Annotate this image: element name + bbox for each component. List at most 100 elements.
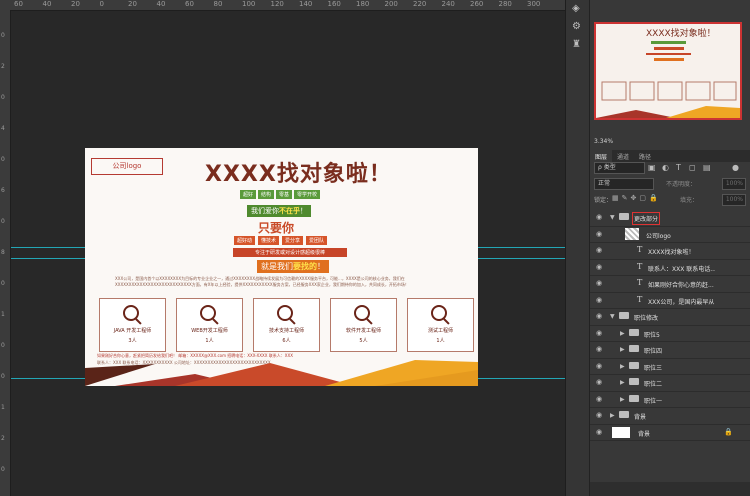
eye-icon[interactable]: ◉	[596, 312, 602, 320]
eye-icon[interactable]: ◉	[596, 296, 602, 304]
layer-filter-row: ρ 类型 ▣ ◐ T ◻ ▤ ●	[594, 162, 744, 174]
eye-icon[interactable]: ◉	[596, 362, 602, 370]
chevron-right-icon[interactable]: ▶	[620, 363, 625, 370]
panel-tab[interactable]: 图层	[590, 150, 613, 162]
folder-icon	[629, 345, 639, 352]
eye-icon[interactable]: ◉	[596, 378, 602, 386]
layer-row[interactable]: ◉ ▶ 职位5	[590, 326, 750, 342]
folder-icon	[629, 394, 639, 402]
layer-name: 职位修改	[634, 315, 659, 322]
ruler-tick-label: 0	[1, 280, 5, 287]
filter-kind-select[interactable]: ρ 类型	[594, 162, 645, 174]
fill-field[interactable]: 100%	[722, 194, 746, 206]
ruler-tick-label: 20	[71, 0, 80, 8]
ruler-tick-label: 180	[356, 0, 370, 8]
chevron-down-icon[interactable]: ▼	[610, 214, 615, 221]
eye-icon[interactable]: ◉	[596, 230, 602, 238]
layer-thumbnail	[612, 426, 630, 438]
layer-name: 如果刚好合你心意的赶...	[648, 282, 714, 289]
layer-row[interactable]: ◉ ▶ 职位三	[590, 359, 750, 375]
ruler-tick-label: 40	[156, 0, 166, 8]
ruler-tick-label: 0	[1, 156, 5, 163]
ruler-tick-label: 0	[1, 32, 5, 39]
layer-name: 更改部分	[631, 212, 661, 225]
layer-row[interactable]: ◉ T 如果刚好合你心意的赶...	[590, 276, 750, 293]
ruler-tick-label: 4	[1, 125, 5, 132]
ruler-tick-label: 1	[1, 311, 5, 318]
folder-icon	[629, 378, 639, 385]
layer-row[interactable]: ◉ ▼ 更改部分	[590, 210, 750, 227]
layer-name: 联系人：XXX 联系电话...	[648, 265, 715, 273]
layer-row[interactable]: ◉ 背景 🔒	[590, 425, 750, 441]
panel-tab[interactable]: 路径	[634, 150, 656, 162]
layer-row[interactable]: ◉ 公司logo	[590, 227, 750, 243]
chevron-right-icon[interactable]: ▶	[620, 379, 625, 386]
navigator-zoom[interactable]: 3.34%	[594, 138, 613, 145]
ruler-tick-label: 40	[42, 0, 52, 8]
layer-name: 背景	[634, 414, 647, 421]
layer-name: 公司logo	[646, 232, 671, 240]
ruler-tick-label: 300	[527, 0, 541, 8]
opacity-label: 不透明度：	[666, 181, 697, 188]
eye-icon[interactable]: ◉	[596, 213, 602, 221]
shape-filter-icon[interactable]: ◻	[689, 163, 696, 172]
chevron-down-icon[interactable]: ▼	[610, 313, 615, 320]
toggle-filter-icon[interactable]: ●	[732, 163, 739, 172]
layer-name: 职位5	[644, 331, 660, 339]
document-canvas[interactable]: 公司logo XXXX找对象啦！ 超好 结构 零基 零学开校 我们爱你不在乎！ 只要你…	[85, 148, 478, 386]
layer-name: 职位三	[644, 364, 663, 372]
smart-filter-icon[interactable]: ▤	[703, 163, 711, 172]
eye-icon[interactable]: ◉	[596, 428, 602, 436]
navigator-thumbnail[interactable]: XXXX找对象啦！	[594, 22, 742, 120]
eye-icon[interactable]: ◉	[596, 411, 602, 419]
folder-icon	[629, 328, 639, 336]
layer-row[interactable]: ◉ ▶ 职位一	[590, 392, 750, 408]
vertical-ruler[interactable]: 0 2 0 4 0 6 0 8 0 1 0 0 1 2 0	[0, 10, 11, 496]
eye-icon[interactable]: ◉	[596, 263, 602, 271]
stamp-icon[interactable]: ♜	[572, 40, 584, 50]
panel-tab[interactable]: 通道	[612, 150, 634, 162]
horizontal-ruler[interactable]: 60 40 20 0 20 40 60 80 100 120 140 160 180 200 220 240 2…	[0, 0, 565, 11]
adjust-icon[interactable]: ⚙	[572, 22, 584, 32]
blend-mode-select[interactable]: 正常	[594, 178, 654, 190]
image-filter-icon[interactable]: ▣	[648, 163, 656, 172]
chevron-right-icon[interactable]: ▶	[620, 396, 625, 403]
layers-comps-icon[interactable]: ◈	[572, 4, 584, 14]
layer-row[interactable]: ◉ ▶ 背景	[590, 408, 750, 425]
layer-row[interactable]: ◉ T XXXX找对象啦！	[590, 243, 750, 260]
ruler-tick-label: 8	[1, 249, 5, 256]
chevron-right-icon[interactable]: ▶	[620, 346, 625, 353]
layer-thumbnail	[625, 227, 639, 240]
eye-icon[interactable]: ◉	[596, 246, 602, 254]
ruler-tick-label: 0	[1, 466, 5, 473]
layer-row[interactable]: ◉ ▶ 职位二	[590, 375, 750, 392]
ruler-tick-label: 20	[128, 0, 137, 8]
text-layer-icon: T	[637, 261, 643, 271]
eye-icon[interactable]: ◉	[596, 329, 602, 337]
chevron-right-icon[interactable]: ▶	[620, 330, 625, 337]
layer-row[interactable]: ◉ ▼ 职位修改	[590, 309, 750, 326]
opacity-field[interactable]: 100%	[722, 178, 746, 190]
ruler-tick-label: 2	[1, 63, 5, 70]
ruler-tick-label: 120	[270, 0, 284, 8]
ruler-tick-label: 0	[1, 218, 5, 225]
adjust-filter-icon[interactable]: ◐	[662, 163, 669, 172]
ruler-tick-label: 80	[213, 0, 223, 8]
type-filter-icon[interactable]: T	[676, 163, 681, 172]
ruler-tick-label: 0	[99, 0, 104, 8]
folder-icon	[619, 411, 629, 418]
ruler-tick-label: 2	[1, 435, 5, 442]
layer-name: 背景	[638, 430, 651, 438]
layer-name: 职位四	[644, 348, 663, 355]
layer-row[interactable]: ◉ T 联系人：XXX 联系电话...	[590, 260, 750, 276]
fill-label: 填充：	[680, 197, 699, 204]
layer-row[interactable]: ◉ ▶ 职位四	[590, 342, 750, 359]
ruler-tick-label: 280	[498, 0, 512, 8]
layer-row[interactable]: ◉ T XXX公司，是国内最早从...	[590, 293, 750, 309]
eye-icon[interactable]: ◉	[596, 395, 602, 403]
eye-icon[interactable]: ◉	[596, 345, 602, 353]
chevron-right-icon[interactable]: ▶	[610, 412, 615, 419]
layer-name: XXXX找对象啦！	[648, 249, 695, 256]
eye-icon[interactable]: ◉	[596, 279, 602, 287]
lock-icons[interactable]: ▦✎✥▢🔒	[612, 194, 661, 202]
